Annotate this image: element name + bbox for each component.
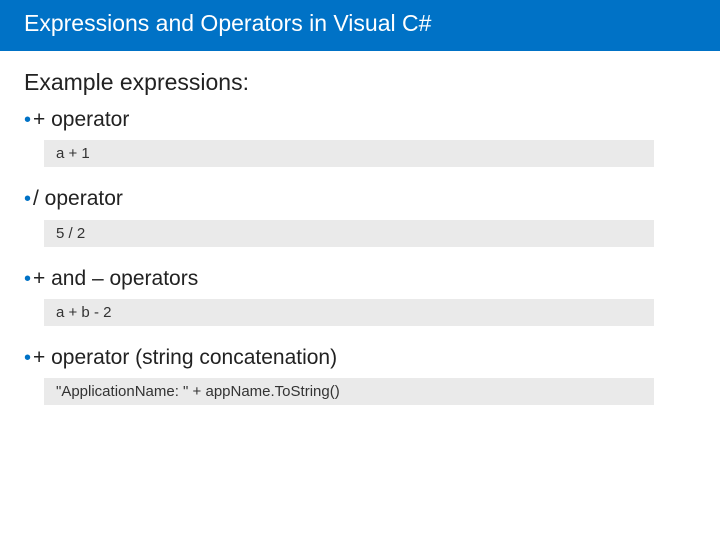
code-block: "ApplicationName: " + appName.ToString() <box>44 378 654 405</box>
slide-header: Expressions and Operators in Visual C# <box>0 0 720 51</box>
item-label: + operator <box>33 106 129 134</box>
item-label: + operator (string concatenation) <box>33 344 337 372</box>
code-block: a + b - 2 <box>44 299 654 326</box>
bullet-line: • + operator (string concatenation) <box>24 344 696 372</box>
bullet-line: • + operator <box>24 106 696 134</box>
bullet-icon: • <box>24 189 31 209</box>
list-item: • + and – operators a + b - 2 <box>24 265 696 326</box>
slide-title: Expressions and Operators in Visual C# <box>24 10 431 36</box>
list-item: • + operator (string concatenation) "App… <box>24 344 696 405</box>
slide-content: Example expressions: • + operator a + 1 … <box>0 51 720 405</box>
bullet-icon: • <box>24 110 31 130</box>
code-block: a + 1 <box>44 140 654 167</box>
bullet-icon: • <box>24 348 31 368</box>
code-block: 5 / 2 <box>44 220 654 247</box>
item-label: + and – operators <box>33 265 198 293</box>
subtitle: Example expressions: <box>24 69 696 96</box>
list-item: • + operator a + 1 <box>24 106 696 167</box>
item-label: / operator <box>33 185 123 213</box>
bullet-line: • / operator <box>24 185 696 213</box>
bullet-icon: • <box>24 269 31 289</box>
list-item: • / operator 5 / 2 <box>24 185 696 246</box>
bullet-line: • + and – operators <box>24 265 696 293</box>
